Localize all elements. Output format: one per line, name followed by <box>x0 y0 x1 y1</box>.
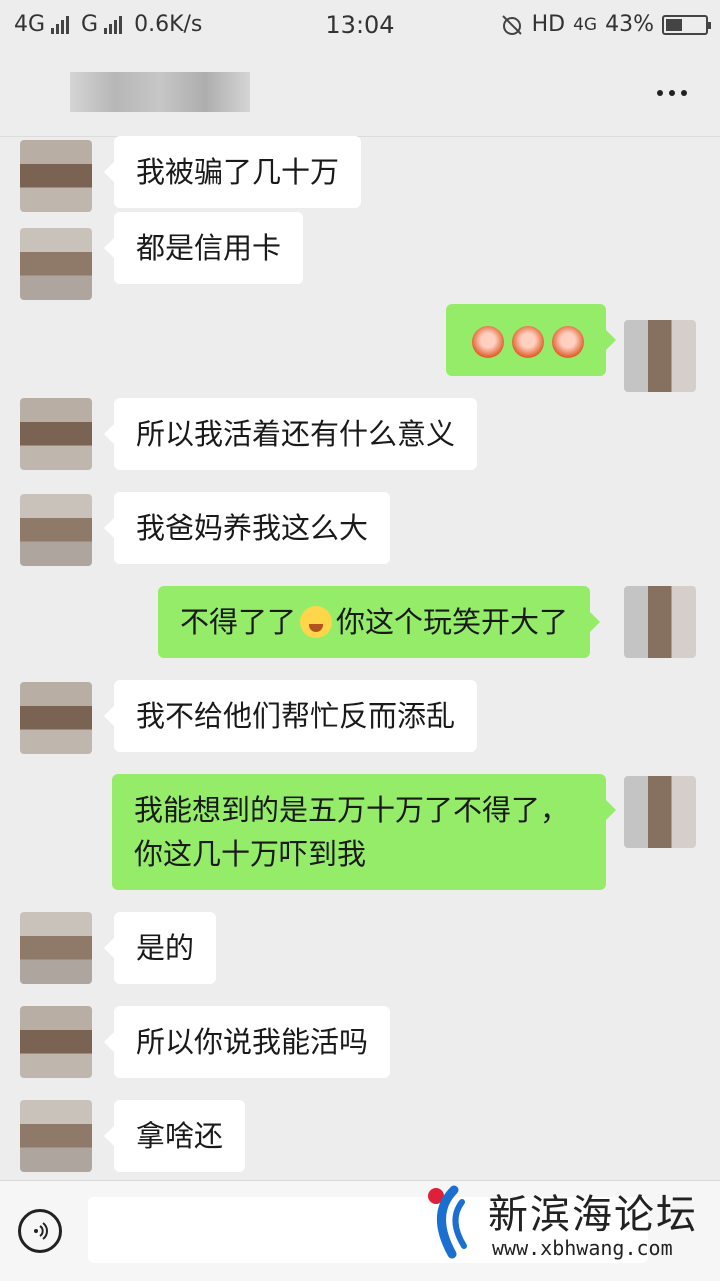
watermark-url: www.xbhwang.com <box>492 1236 673 1260</box>
incoming-message[interactable]: 所以我活着还有什么意义 <box>103 398 478 470</box>
user-avatar[interactable] <box>624 776 696 848</box>
incoming-message[interactable]: 我被骗了几十万 <box>103 136 362 208</box>
contact-avatar[interactable] <box>20 494 92 566</box>
contact-avatar[interactable] <box>20 140 92 212</box>
contact-avatar[interactable] <box>20 1006 92 1078</box>
message-line: 你这几十万吓到我 <box>134 837 367 871</box>
hd-indicator: HD <box>531 12 566 37</box>
incoming-message[interactable]: 拿啥还 <box>103 1100 246 1172</box>
angry-face-icon <box>472 326 504 358</box>
angry-face-icon <box>512 326 544 358</box>
message-text: 你这个玩笑开大了 <box>336 605 569 639</box>
contact-avatar[interactable] <box>20 398 92 470</box>
contact-avatar[interactable] <box>20 1100 92 1172</box>
blurred-contact-name <box>70 72 250 112</box>
contact-avatar[interactable] <box>20 912 92 984</box>
more-options-button[interactable] <box>648 76 696 110</box>
outgoing-message[interactable]: 不得了了 你这个玩笑开大了 <box>158 586 601 658</box>
watermark-title: 新滨海论坛 <box>488 1192 698 1238</box>
crying-face-icon <box>300 606 333 638</box>
user-avatar[interactable] <box>624 586 696 658</box>
battery-fill <box>666 18 683 31</box>
outgoing-message[interactable]: 我能想到的是五万十万了不得了， 你这几十万吓到我 <box>112 774 616 890</box>
voice-icon <box>34 1222 48 1240</box>
incoming-message[interactable]: 是的 <box>103 912 217 984</box>
incoming-message[interactable]: 所以你说我能活吗 <box>103 1006 391 1078</box>
battery-icon <box>662 14 711 35</box>
voice-input-button[interactable] <box>18 1209 62 1253</box>
chat-history[interactable]: 我被骗了几十万 都是信用卡 所以我活着还有什么意义 我爸妈养我这么大 不得了了你… <box>0 136 720 1180</box>
outgoing-message[interactable] <box>446 304 616 376</box>
network-type-3: 4G <box>573 14 598 35</box>
alarm-off-icon <box>501 14 522 35</box>
site-logo-icon <box>428 1185 467 1259</box>
user-avatar[interactable] <box>624 320 696 392</box>
incoming-message[interactable]: 都是信用卡 <box>103 212 304 284</box>
message-text: 不得了了 <box>180 605 297 639</box>
battery-percent: 43% <box>605 12 654 37</box>
chat-header <box>0 50 720 137</box>
contact-avatar[interactable] <box>20 682 92 754</box>
message-line: 我能想到的是五万十万了不得了， <box>134 793 570 827</box>
incoming-message[interactable]: 我不给他们帮忙反而添乱 <box>103 680 478 752</box>
status-bar: 4G G 0.6K/s 13:04 HD 4G 43% <box>0 0 720 50</box>
site-watermark: 新滨海论坛 www.xbhwang.com <box>424 1178 714 1270</box>
angry-face-icon <box>552 326 584 358</box>
contact-avatar[interactable] <box>20 228 92 300</box>
incoming-message[interactable]: 我爸妈养我这么大 <box>103 492 391 564</box>
